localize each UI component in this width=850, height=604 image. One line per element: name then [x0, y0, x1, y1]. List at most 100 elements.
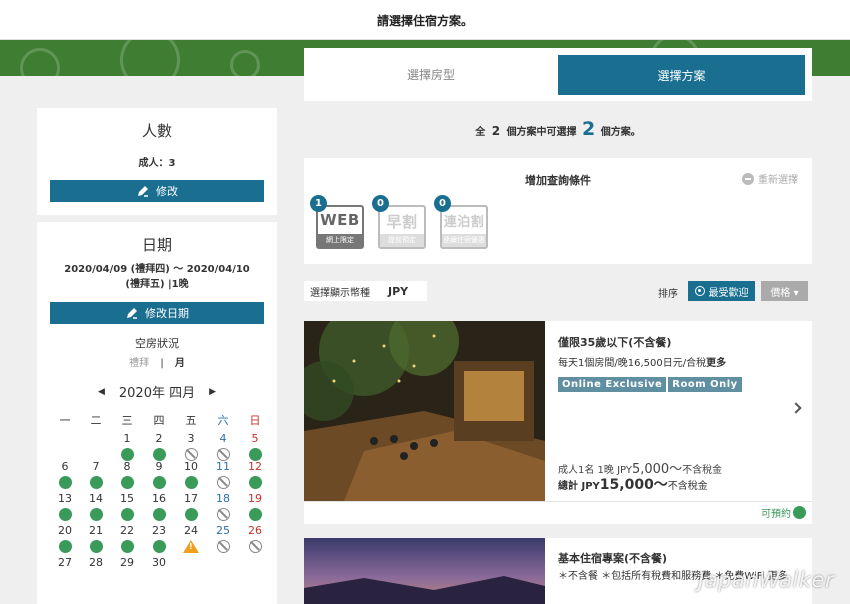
calendar-nav: ◀ 2020年 四月 ▶	[37, 382, 277, 401]
pencil-icon	[127, 308, 137, 319]
calendar-day[interactable]: 24	[181, 524, 201, 553]
calendar-day[interactable]: 28	[86, 556, 106, 570]
calendar-day-number: 7	[92, 460, 100, 473]
calendar-day-number: 16	[152, 492, 166, 505]
filter-multi-night-badge[interactable]: 0 連泊割 連續住宿優惠	[434, 195, 488, 249]
calendar-day-number: 25	[216, 524, 230, 537]
available-dot-icon	[793, 506, 806, 519]
filter-badge-sub: 網上限定	[318, 234, 362, 247]
tab-select-plan[interactable]: 選擇方案	[558, 55, 805, 95]
currency-selector[interactable]: 選擇顯示幣種 JPY	[304, 281, 427, 301]
sort-popular-button[interactable]: 最受歡迎	[688, 281, 755, 301]
available-dot-icon	[152, 476, 166, 489]
calendar-day[interactable]: 20	[55, 524, 75, 553]
calendar-day-number: 2	[155, 432, 163, 445]
filter-web-badge[interactable]: 1 WEB 網上限定	[310, 195, 364, 249]
summary-middle: 個方案中可選擇	[506, 127, 577, 138]
calendar-day[interactable]: 29	[117, 556, 137, 570]
available-dot-icon	[58, 476, 72, 489]
calendar-day-number: 9	[155, 460, 163, 473]
tab-select-room[interactable]: 選擇房型	[304, 48, 558, 101]
summary-prefix: 全	[475, 127, 486, 138]
total-label: 總計 JPY	[558, 481, 600, 492]
available-dot-icon	[152, 508, 166, 521]
summary-available: 2	[582, 118, 596, 140]
available-dot-icon	[184, 508, 198, 521]
total-suffix: 不含稅金	[667, 481, 708, 492]
calendar-day[interactable]: 7	[86, 460, 106, 489]
calendar-day-number: 23	[152, 524, 166, 537]
available-dot-icon	[58, 508, 72, 521]
calendar-day[interactable]: 21	[86, 524, 106, 553]
calendar-day-number: 12	[248, 460, 262, 473]
calendar-day[interactable]: 23	[149, 524, 169, 553]
calendar-day-number: 17	[184, 492, 198, 505]
sort-popular-label: 最受歡迎	[708, 287, 749, 299]
date-card: 日期 2020/04/09 (禮拜四) 〜 2020/04/10 (禮拜五) |…	[37, 222, 277, 604]
view-month-toggle[interactable]: 月	[175, 358, 185, 369]
filter-early-badge[interactable]: 0 早割 提前預定	[372, 195, 426, 249]
calendar-day[interactable]: 6	[55, 460, 75, 489]
available-dot-icon	[248, 508, 262, 521]
guest-count-value: 成人：3	[138, 158, 176, 169]
unavailable-icon	[216, 540, 230, 553]
calendar-day[interactable]: 9	[149, 460, 169, 489]
unavailable-icon	[216, 476, 230, 489]
calendar-day-number: 18	[216, 492, 230, 505]
weekday-label: 四	[153, 414, 165, 427]
reset-filter-button[interactable]: 重新選擇	[742, 171, 798, 186]
plan-tag: Room Only	[668, 377, 742, 392]
calendar-day-number: 24	[184, 524, 198, 537]
available-dot-icon	[89, 540, 103, 553]
header-bar: 請選擇住宿方案。	[0, 0, 850, 40]
filter-title: 增加查詢條件	[525, 174, 591, 187]
calendar-day-number: 1	[123, 432, 131, 445]
calendar-day-number: 4	[219, 432, 227, 445]
currency-label: 選擇顯示幣種	[310, 287, 370, 299]
calendar-day[interactable]: 11	[213, 460, 233, 489]
calendar-day[interactable]: 16	[149, 492, 169, 521]
availability-status: 可預約	[761, 505, 806, 520]
calendar-day[interactable]: 18	[213, 492, 233, 521]
weekday-label: 二	[90, 414, 102, 427]
calendar-day[interactable]: 30	[149, 556, 169, 570]
chevron-right-icon[interactable]	[790, 402, 802, 414]
prev-month-button[interactable]: ◀	[98, 387, 105, 397]
guest-count-title: 人數	[141, 122, 172, 140]
calendar-day[interactable]: 1	[117, 432, 137, 461]
unavailable-icon	[248, 540, 262, 553]
calendar-day-number: 5	[251, 432, 259, 445]
next-month-button[interactable]: ▶	[209, 387, 216, 397]
available-dot-icon	[120, 476, 134, 489]
calendar-day[interactable]: 26	[245, 524, 265, 553]
calendar-day[interactable]: 14	[86, 492, 106, 521]
calendar-day[interactable]: 15	[117, 492, 137, 521]
weekday-label: 日	[249, 414, 261, 427]
edit-guests-button[interactable]: 修改	[50, 180, 264, 202]
calendar-day[interactable]: 17	[181, 492, 201, 521]
calendar-day[interactable]: 5	[245, 432, 265, 461]
view-week-toggle[interactable]: 禮拜	[129, 358, 149, 369]
calendar-day[interactable]: 22	[117, 524, 137, 553]
total-price: 總計 JPY15,000〜不含稅金	[558, 474, 708, 494]
calendar-day[interactable]: 25	[213, 524, 233, 553]
calendar-day[interactable]: 8	[117, 460, 137, 489]
sort-price-button[interactable]: 價格 ▾	[761, 281, 808, 301]
calendar-day[interactable]: 2	[149, 432, 169, 461]
available-dot-icon	[120, 540, 134, 553]
plan-more-link[interactable]: 更多	[706, 358, 726, 369]
calendar-day[interactable]: 27	[55, 556, 75, 570]
calendar-day[interactable]: 10	[181, 460, 201, 489]
edit-dates-button[interactable]: 修改日期	[50, 302, 264, 324]
calendar-day[interactable]: 12	[245, 460, 265, 489]
calendar-day[interactable]: 4	[213, 432, 233, 461]
calendar-day[interactable]: 19	[245, 492, 265, 521]
plan-tag: Online Exclusive	[558, 377, 667, 392]
watermark-logo: JapanWalker	[698, 568, 835, 592]
calendar-day[interactable]: 3	[181, 432, 201, 461]
available-dot-icon	[248, 476, 262, 489]
radio-icon	[694, 286, 705, 296]
calendar-day[interactable]: 13	[55, 492, 75, 521]
calendar-day-number: 20	[58, 524, 72, 537]
plan-card[interactable]: 僅限35歲以下(不含餐) 每天1個房間/晚16,500日元/合稅更多 Onlin…	[304, 321, 812, 524]
